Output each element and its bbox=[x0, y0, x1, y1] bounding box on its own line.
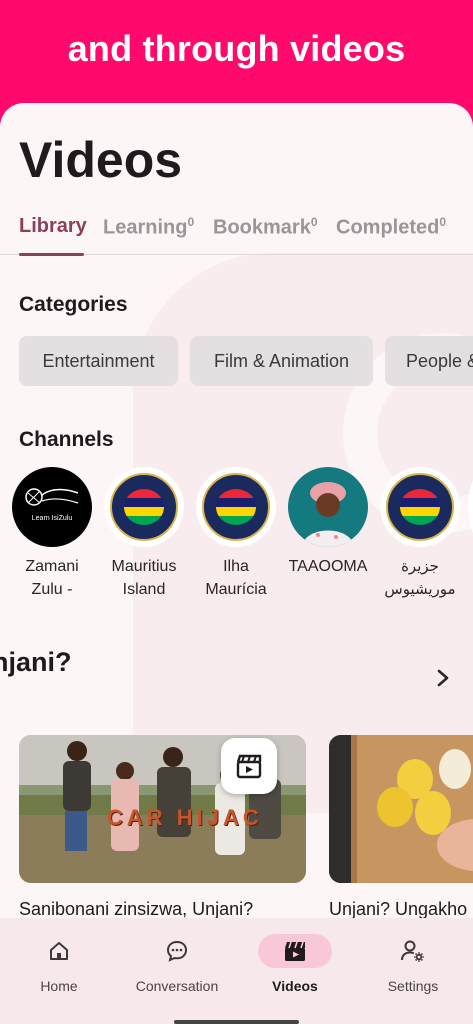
mauritius-flag-icon bbox=[124, 489, 164, 525]
categories-heading: Categories bbox=[19, 293, 128, 316]
video-thumbnail bbox=[329, 735, 473, 883]
bottom-navigation: Home Conversation Videos Settings bbox=[0, 918, 473, 1024]
channel-name: TAAOOMA bbox=[288, 558, 368, 575]
channel-name: Zamani Zulu - bbox=[25, 558, 79, 598]
nav-icon-container bbox=[140, 934, 214, 968]
page-title: Videos bbox=[19, 132, 183, 188]
channel-name: Mauritius Island bbox=[111, 558, 177, 598]
tab-learning[interactable]: Learning0 bbox=[103, 215, 194, 240]
clapperboard-icon bbox=[285, 941, 305, 961]
tab-indicator bbox=[19, 253, 84, 256]
nav-icon-container bbox=[258, 934, 332, 968]
tab-library[interactable]: Library bbox=[19, 215, 87, 238]
category-chip[interactable]: Film & Animation bbox=[190, 336, 373, 386]
video-fab-button[interactable] bbox=[221, 738, 277, 794]
video-title[interactable]: Unjani? Ungakho bbox=[329, 899, 467, 920]
video-title[interactable]: Sanibonani zinsizwa, Unjani? bbox=[19, 899, 253, 920]
channel-item[interactable]: Ilha Maurícia bbox=[194, 467, 278, 601]
channel-avatar bbox=[104, 467, 184, 547]
tab-label: Completed bbox=[336, 216, 440, 239]
nav-label: Settings bbox=[387, 978, 439, 994]
channel-avatar bbox=[196, 467, 276, 547]
tab-bookmark[interactable]: Bookmark0 bbox=[213, 215, 318, 240]
tab-label: Library bbox=[19, 215, 87, 237]
clapperboard-icon bbox=[236, 754, 262, 779]
promo-banner: and through videos bbox=[0, 0, 473, 110]
channel-item[interactable]: Mauritius Island bbox=[102, 467, 186, 601]
home-indicator bbox=[174, 1020, 299, 1024]
channel-item[interactable]: Learn IsiZulu Zamani Zulu - bbox=[10, 467, 94, 601]
tab-label: Learning bbox=[103, 216, 188, 239]
person-photo-icon bbox=[302, 482, 354, 547]
tab-completed[interactable]: Completed0 bbox=[336, 215, 446, 240]
chat-icon bbox=[166, 940, 188, 962]
chevron-right-icon[interactable] bbox=[433, 668, 453, 688]
category-chip[interactable]: Entertainment bbox=[19, 336, 178, 386]
tab-count: 0 bbox=[187, 215, 195, 229]
user-settings-icon bbox=[401, 940, 424, 962]
channel-avatar bbox=[288, 467, 368, 547]
tab-count: 0 bbox=[310, 215, 318, 229]
nav-conversation[interactable]: Conversation bbox=[122, 934, 232, 994]
mauritius-flag-icon bbox=[400, 489, 440, 525]
home-icon bbox=[50, 942, 68, 960]
nav-label: Conversation bbox=[135, 978, 219, 994]
thumbnail-overlay-text: CAR HIJAC bbox=[107, 805, 263, 830]
channel-avatar: Learn IsiZulu bbox=[12, 467, 92, 547]
nav-icon-container bbox=[22, 934, 96, 968]
channels-heading: Channels bbox=[19, 428, 114, 451]
category-chip[interactable]: People & bbox=[385, 336, 473, 386]
tab-count: 0 bbox=[439, 215, 447, 229]
tab-label: Bookmark bbox=[213, 216, 311, 239]
channel-item[interactable]: جزيرة موريشيوس bbox=[378, 467, 462, 601]
nav-videos[interactable]: Videos bbox=[240, 934, 350, 994]
channel-name: جزيرة موريشيوس bbox=[384, 557, 456, 598]
nav-settings[interactable]: Settings bbox=[358, 934, 468, 994]
videos-sheet: Videos Library Learning0 Bookmark0 Compl… bbox=[0, 103, 473, 1024]
video-card[interactable] bbox=[329, 735, 473, 883]
nav-home[interactable]: Home bbox=[4, 934, 114, 994]
channel-item[interactable]: TAAOOMA bbox=[286, 467, 370, 578]
nav-icon-container bbox=[376, 934, 450, 968]
banner-text: and through videos bbox=[67, 28, 406, 69]
avatar-caption: Learn IsiZulu bbox=[31, 515, 73, 522]
nav-label: Videos bbox=[272, 978, 318, 994]
mauritius-flag-icon bbox=[216, 489, 256, 525]
nav-label: Home bbox=[40, 978, 78, 994]
channel-avatar bbox=[380, 467, 460, 547]
tab-bar: Library Learning0 Bookmark0 Completed0 bbox=[0, 207, 473, 256]
zamani-logo-icon bbox=[25, 488, 79, 506]
channel-name: Ilha Maurícia bbox=[205, 558, 267, 598]
playlist-heading: njani? bbox=[0, 647, 72, 677]
